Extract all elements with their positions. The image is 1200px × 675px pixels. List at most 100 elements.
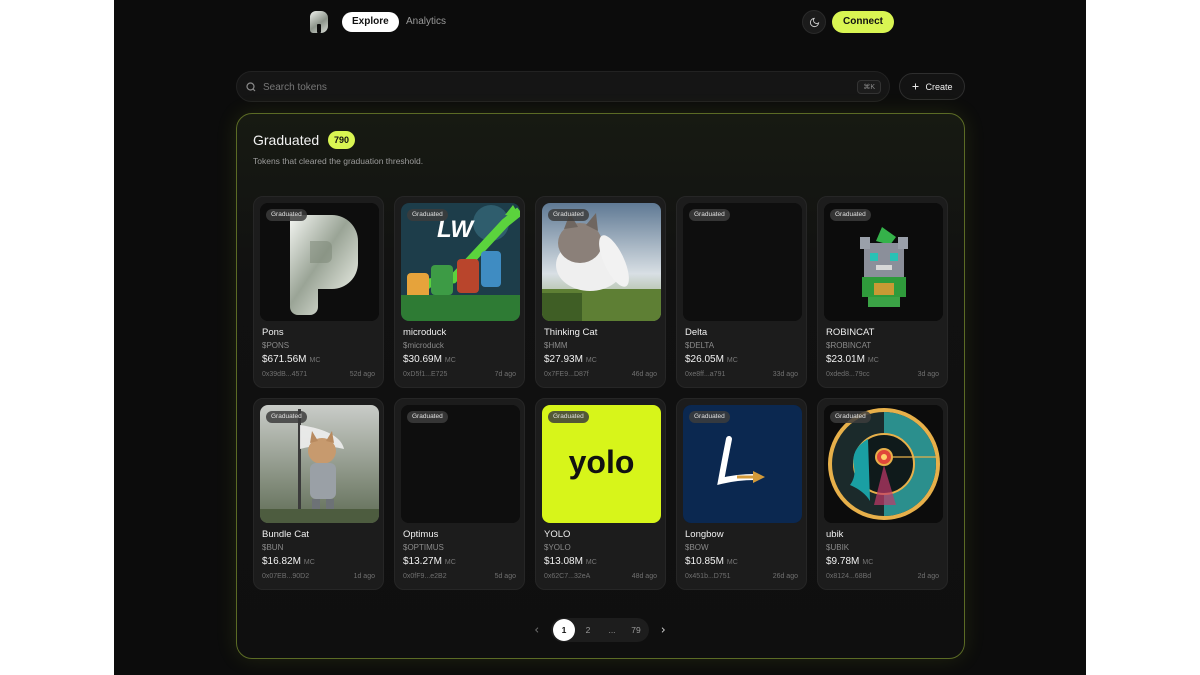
token-market-cap: $16.82M MC <box>262 556 315 567</box>
count-badge: 790 <box>328 131 356 149</box>
token-age: 48d ago <box>631 573 657 580</box>
token-symbol: $ROBINCAT <box>826 341 872 350</box>
prev-page-button[interactable] <box>527 620 547 640</box>
token-market-cap: $26.05M MC <box>685 354 738 365</box>
token-age: 52d ago <box>349 371 375 378</box>
market-cap-value: $16.82M <box>262 556 301 567</box>
token-market-cap: $27.93M MC <box>544 354 597 365</box>
token-age: 33d ago <box>772 371 798 378</box>
token-grid: Graduated Pons $PONS $671.56M MC 0x39dB..… <box>253 196 951 590</box>
page-list: 1 2... 79 <box>551 618 649 642</box>
token-market-cap: $23.01M MC <box>826 354 879 365</box>
market-cap-value: $27.93M <box>544 354 583 365</box>
token-address[interactable]: 0xD5f1...E725 <box>403 371 447 378</box>
market-cap-value: $26.05M <box>685 354 724 365</box>
connect-button[interactable]: Connect <box>832 11 894 33</box>
token-card[interactable]: Graduated ROBINCAT $ROBINCAT $23.01M MC 0… <box>817 196 948 388</box>
token-address[interactable]: 0x0fF9...e2B2 <box>403 573 447 580</box>
token-symbol: $BOW <box>685 543 709 552</box>
token-symbol: $BUN <box>262 543 284 552</box>
graduated-badge: Graduated <box>407 209 448 221</box>
token-address[interactable]: 0x7FE9...D87f <box>544 371 589 378</box>
token-symbol: $UBIK <box>826 543 850 552</box>
market-cap-value: $671.56M <box>262 354 307 365</box>
token-age: 46d ago <box>631 371 657 378</box>
token-name: Optimus <box>403 529 439 540</box>
token-address[interactable]: 0x62C7...32eA <box>544 573 590 580</box>
token-symbol: $HMM <box>544 341 568 350</box>
next-page-button[interactable] <box>653 620 673 640</box>
token-address[interactable]: 0x07EB...90D2 <box>262 573 309 580</box>
section-title: Graduated <box>253 132 320 148</box>
token-age: 7d ago <box>494 371 516 378</box>
token-age: 26d ago <box>772 573 798 580</box>
token-address[interactable]: 0x451b...D751 <box>685 573 731 580</box>
token-address[interactable]: 0xe8ff...a791 <box>685 371 725 378</box>
market-cap-unit: MC <box>726 559 738 566</box>
token-age: 5d ago <box>494 573 516 580</box>
tab-analytics[interactable]: Analytics <box>396 12 456 32</box>
token-name: YOLO <box>544 529 571 540</box>
graduated-badge: Graduated <box>548 209 589 221</box>
graduated-badge: Graduated <box>266 209 307 221</box>
logo-icon[interactable] <box>310 11 328 33</box>
plus-icon <box>912 83 919 90</box>
graduated-badge: Graduated <box>830 411 871 423</box>
token-card[interactable]: Graduated Thinking Cat $HMM $27.93M MC 0x… <box>535 196 666 388</box>
token-market-cap: $13.27M MC <box>403 556 456 567</box>
moon-icon <box>809 17 819 27</box>
token-card[interactable]: yolo Graduated YOLO $YOLO $13.08M MC 0x62… <box>535 398 666 590</box>
token-market-cap: $671.56M MC <box>262 354 320 365</box>
token-symbol: $DELTA <box>685 341 715 350</box>
token-symbol: $YOLO <box>544 543 571 552</box>
token-age: 3d ago <box>917 371 939 378</box>
market-cap-value: $13.08M <box>544 556 583 567</box>
token-card[interactable]: LW Graduated microduck $microduck $30.69… <box>394 196 525 388</box>
market-cap-value: $9.78M <box>826 556 860 567</box>
page-button-2[interactable]: 2 <box>577 619 599 641</box>
graduated-badge: Graduated <box>830 209 871 221</box>
page-button-79[interactable]: 79 <box>625 619 647 641</box>
token-market-cap: $30.69M MC <box>403 354 456 365</box>
token-address[interactable]: 0x39dB...4571 <box>262 371 307 378</box>
token-market-cap: $13.08M MC <box>544 556 597 567</box>
token-name: ROBINCAT <box>826 327 875 338</box>
page-ellipsis: ... <box>608 625 616 635</box>
token-card[interactable]: Graduated ubik $UBIK $9.78M MC 0x8124...6… <box>817 398 948 590</box>
token-market-cap: $10.85M MC <box>685 556 738 567</box>
market-cap-unit: MC <box>444 559 456 566</box>
market-cap-unit: MC <box>726 357 738 364</box>
create-button-label: Create <box>925 81 953 92</box>
graduated-badge: Graduated <box>548 411 589 423</box>
market-cap-value: $30.69M <box>403 354 442 365</box>
create-button[interactable]: Create <box>899 73 965 100</box>
yolo-logo-text: yolo <box>569 444 635 480</box>
token-symbol: $OPTIMUS <box>403 543 444 552</box>
theme-toggle-button[interactable] <box>802 10 826 34</box>
tab-explore[interactable]: Explore <box>342 12 399 32</box>
graduated-badge: Graduated <box>689 411 730 423</box>
market-cap-unit: MC <box>444 357 456 364</box>
search-bar: ⌘K <box>236 71 890 102</box>
token-card[interactable]: Graduated Delta $DELTA $26.05M MC 0xe8ff.… <box>676 196 807 388</box>
token-card[interactable]: Graduated Pons $PONS $671.56M MC 0x39dB..… <box>253 196 384 388</box>
token-name: Bundle Cat <box>262 529 310 540</box>
pagination: 1 2... 79 <box>527 618 673 642</box>
token-card[interactable]: Graduated Bundle Cat $BUN $16.82M MC 0x07… <box>253 398 384 590</box>
token-card[interactable]: Graduated Longbow $BOW $10.85M MC 0x451b.… <box>676 398 807 590</box>
market-cap-value: $10.85M <box>685 556 724 567</box>
token-address[interactable]: 0xded8...79cc <box>826 371 870 378</box>
chevron-right-icon <box>661 627 665 633</box>
search-input[interactable] <box>263 78 823 96</box>
market-cap-unit: MC <box>585 559 597 566</box>
market-cap-unit: MC <box>303 559 315 566</box>
token-name: Pons <box>262 327 284 338</box>
graduated-badge: Graduated <box>407 411 448 423</box>
search-shortcut-hint: ⌘K <box>857 80 881 94</box>
graduated-badge: Graduated <box>689 209 730 221</box>
page-button-1[interactable]: 1 <box>553 619 575 641</box>
token-card[interactable]: Graduated Optimus $OPTIMUS $13.27M MC 0x0… <box>394 398 525 590</box>
token-address[interactable]: 0x8124...68Bd <box>826 573 871 580</box>
chevron-left-icon <box>535 627 539 633</box>
token-age: 2d ago <box>917 573 939 580</box>
